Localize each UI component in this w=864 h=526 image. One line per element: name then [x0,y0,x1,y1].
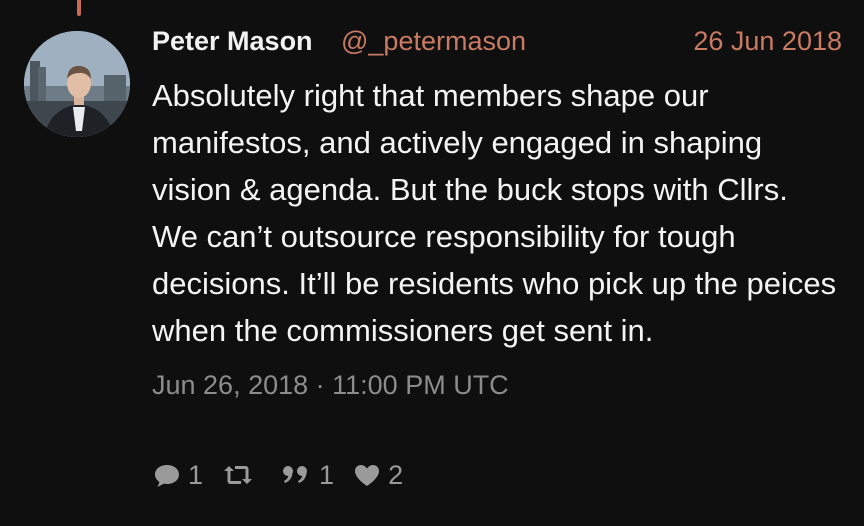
heart-icon [355,465,380,486]
quote-count: 1 [319,459,335,490]
tweet-header: Peter Mason @_petermason 26 Jun 2018 [152,22,842,64]
tweet-text: Absolutely right that members shape our … [152,78,837,348]
quote-icon [283,466,308,483]
retweet-icon [224,466,253,484]
reply-button[interactable]: 1 [152,460,203,491]
tweet[interactable]: Peter Mason @_petermason 26 Jun 2018 Abs… [152,22,842,401]
retweet-button[interactable] [221,460,261,490]
like-button[interactable]: 2 [352,460,403,491]
tweet-timestamp: Jun 26, 2018 · 11:00 PM UTC [152,370,509,400]
author-handle[interactable]: @_petermason [341,26,526,57]
reply-count: 1 [188,459,204,490]
author-name[interactable]: Peter Mason [152,26,313,57]
quote-button[interactable]: 1 [279,460,334,491]
tweet-date-link[interactable]: 26 Jun 2018 [693,26,842,57]
tweet-actions: 1 1 2 [152,455,421,495]
avatar-image [24,31,130,137]
like-count: 2 [388,459,404,490]
thread-connector-line [77,0,81,16]
comment-icon [155,465,179,487]
avatar[interactable] [24,31,130,137]
